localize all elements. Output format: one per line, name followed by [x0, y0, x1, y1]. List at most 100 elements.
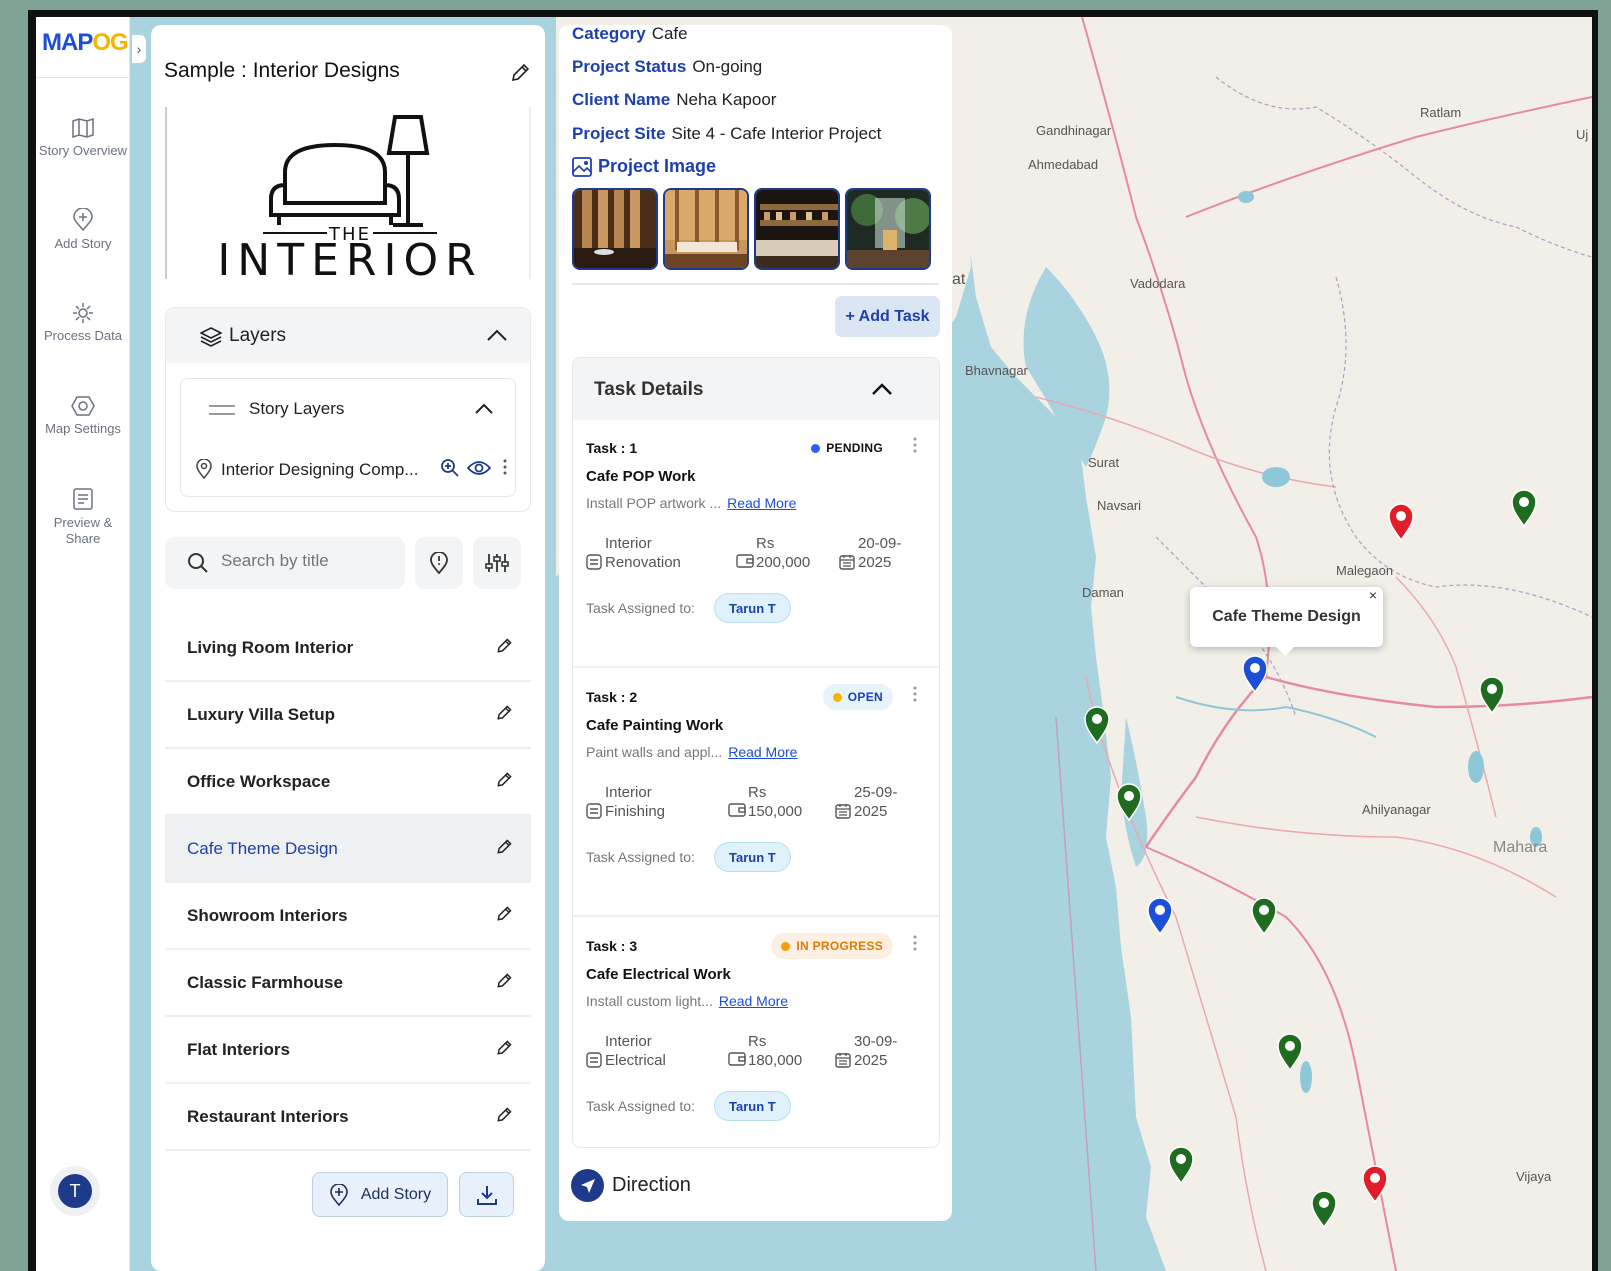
- green-map-pin-icon[interactable]: [1510, 489, 1538, 527]
- direction-label: Direction: [612, 1174, 691, 1196]
- layers-icon: [200, 327, 222, 347]
- task-number: Task : 1: [586, 440, 638, 456]
- project-image-thumb[interactable]: [845, 188, 931, 270]
- drag-handle-icon[interactable]: [209, 404, 235, 416]
- story-list-item[interactable]: Flat Interiors: [165, 1017, 531, 1084]
- more-vertical-icon[interactable]: [503, 459, 507, 475]
- eye-icon[interactable]: [467, 460, 491, 476]
- story-item-title: Flat Interiors: [187, 1040, 290, 1059]
- story-item-title: Office Workspace: [187, 772, 331, 791]
- task-number: Task : 3: [586, 938, 638, 954]
- chevron-up-icon[interactable]: [474, 403, 494, 415]
- add-story-button[interactable]: Add Story: [312, 1172, 448, 1217]
- place-label: Ahmedabad: [1028, 157, 1099, 172]
- red-map-pin-icon[interactable]: [1361, 1165, 1389, 1203]
- place-label: Malegaon: [1336, 563, 1394, 578]
- expand-rail-button[interactable]: ›: [132, 35, 146, 63]
- task-date: 30-09- 2025: [835, 1032, 897, 1070]
- read-more-link[interactable]: Read More: [727, 495, 796, 511]
- edit-icon[interactable]: [495, 1039, 513, 1062]
- edit-icon[interactable]: [495, 704, 513, 727]
- rail-label: Process Data: [43, 328, 123, 343]
- edit-icon[interactable]: [495, 771, 513, 794]
- edit-icon[interactable]: [495, 905, 513, 928]
- task-details-header[interactable]: Task Details: [573, 358, 939, 420]
- task-details-panel: Task Details Task : 1 PENDING Cafe POP Wor…: [572, 357, 940, 1148]
- popup-close-button[interactable]: ×: [1369, 587, 1377, 603]
- story-list-item[interactable]: Office Workspace: [165, 749, 531, 816]
- layers-header[interactable]: Layers: [166, 308, 530, 363]
- green-map-pin-icon[interactable]: [1083, 706, 1111, 744]
- assignee-pill[interactable]: Tarun T: [714, 593, 791, 623]
- add-task-button[interactable]: + Add Task: [835, 296, 940, 337]
- divider: [36, 77, 130, 78]
- read-more-link[interactable]: Read More: [719, 993, 788, 1009]
- blue-map-pin-icon[interactable]: [1241, 655, 1269, 693]
- story-list-item[interactable]: Luxury Villa Setup: [165, 682, 531, 749]
- more-vertical-icon[interactable]: [913, 437, 917, 453]
- zoom-in-icon[interactable]: [440, 458, 460, 478]
- sliders-icon: [485, 554, 509, 572]
- edit-icon[interactable]: [495, 972, 513, 995]
- download-button[interactable]: [459, 1172, 514, 1217]
- story-list-item[interactable]: Showroom Interiors: [165, 883, 531, 950]
- edit-story-icon[interactable]: [509, 62, 531, 84]
- svg-text:INTERIOR: INTERIOR: [217, 235, 482, 279]
- rail-add-story[interactable]: Add Story: [36, 208, 130, 252]
- task-type: Interior Electrical: [586, 1032, 666, 1070]
- story-list-item[interactable]: Classic Farmhouse: [165, 950, 531, 1017]
- chevron-up-icon[interactable]: [871, 382, 893, 396]
- rail-preview-share[interactable]: Preview & Share: [36, 487, 130, 547]
- task-type: Interior Finishing: [586, 783, 665, 821]
- assigned-label: Task Assigned to:: [586, 849, 695, 865]
- add-pin-icon: [330, 1183, 348, 1206]
- filter-settings-button[interactable]: [473, 537, 521, 589]
- story-panel: Sample : Interior Designs THE INTERIOR L…: [151, 25, 545, 1271]
- direction-button[interactable]: Direction: [571, 1169, 691, 1202]
- rail-story-overview[interactable]: Story Overview: [36, 117, 130, 159]
- settings-icon: [71, 396, 95, 416]
- map-icon: [72, 117, 94, 139]
- read-more-link[interactable]: Read More: [728, 744, 797, 760]
- green-map-pin-icon[interactable]: [1115, 783, 1143, 821]
- task-name: Cafe POP Work: [586, 468, 696, 485]
- project-image-thumb[interactable]: [572, 188, 658, 270]
- edit-icon[interactable]: [495, 637, 513, 660]
- task-cost: Rs 150,000: [728, 783, 802, 821]
- green-map-pin-icon[interactable]: [1310, 1190, 1338, 1228]
- filter-location-button[interactable]: [415, 537, 463, 589]
- chevron-up-icon[interactable]: [486, 328, 508, 342]
- search-input[interactable]: [221, 551, 391, 571]
- user-avatar[interactable]: T: [58, 1174, 92, 1208]
- story-list-item[interactable]: Restaurant Interiors: [165, 1084, 531, 1151]
- blue-map-pin-icon[interactable]: [1146, 897, 1174, 935]
- place-label: Uj: [1576, 127, 1589, 142]
- story-list-item[interactable]: Living Room Interior: [165, 615, 531, 682]
- green-map-pin-icon[interactable]: [1478, 676, 1506, 714]
- task-type: Interior Renovation: [586, 534, 681, 572]
- rail-map-settings[interactable]: Map Settings: [36, 395, 130, 437]
- search-field[interactable]: [165, 537, 405, 589]
- edit-icon[interactable]: [495, 838, 513, 861]
- project-image-thumb[interactable]: [754, 188, 840, 270]
- logo[interactable]: MAPOG: [42, 29, 129, 57]
- project-image-thumb[interactable]: [663, 188, 749, 270]
- more-vertical-icon[interactable]: [913, 686, 917, 702]
- client-row: Client Name Neha Kapoor: [572, 90, 777, 109]
- assignee-pill[interactable]: Tarun T: [714, 1091, 791, 1121]
- story-list-item[interactable]: Cafe Theme Design: [165, 816, 531, 883]
- category-row: Category Cafe: [572, 24, 688, 43]
- task-date: 20-09- 2025: [839, 534, 901, 572]
- rail-label: Map Settings: [45, 421, 121, 436]
- green-map-pin-icon[interactable]: [1167, 1146, 1195, 1184]
- rail-process-data[interactable]: Process Data: [36, 302, 130, 344]
- green-map-pin-icon[interactable]: [1250, 897, 1278, 935]
- story-cover-image: THE INTERIOR: [165, 107, 531, 286]
- edit-icon[interactable]: [495, 1106, 513, 1129]
- location-pin-icon: [196, 459, 212, 479]
- rail-label: Preview & Share: [53, 515, 113, 546]
- assignee-pill[interactable]: Tarun T: [714, 842, 791, 872]
- red-map-pin-icon[interactable]: [1387, 503, 1415, 541]
- green-map-pin-icon[interactable]: [1276, 1033, 1304, 1071]
- more-vertical-icon[interactable]: [913, 935, 917, 951]
